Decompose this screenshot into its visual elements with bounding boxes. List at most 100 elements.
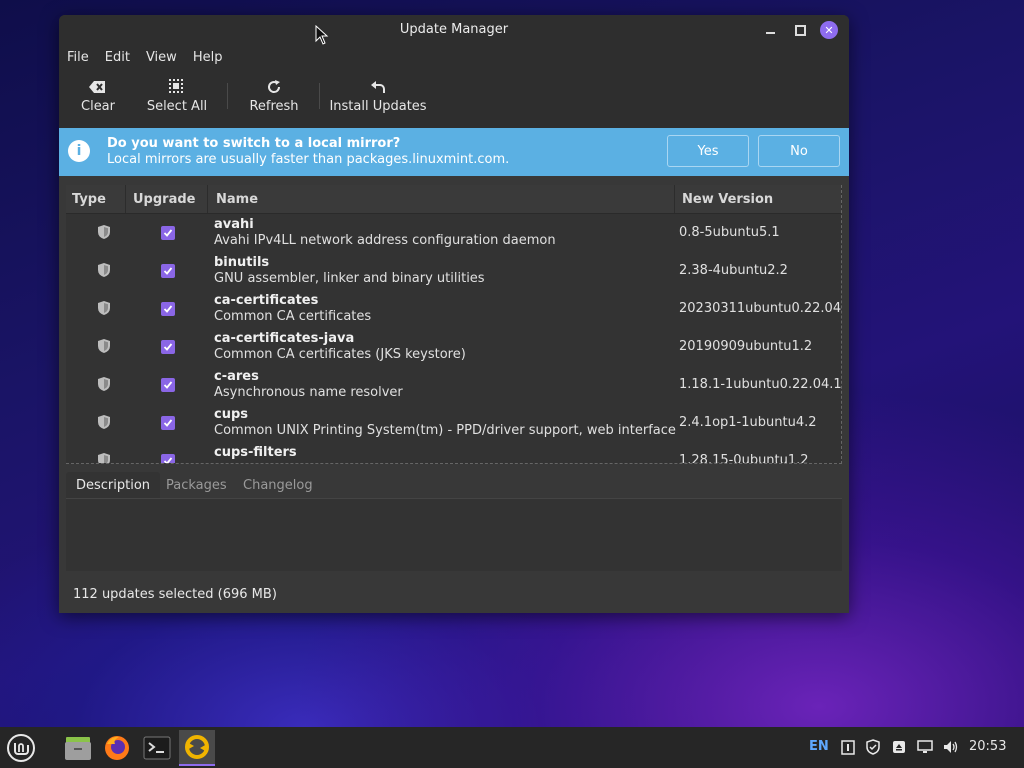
maximize-button[interactable] [791,21,809,39]
select-all-button[interactable]: Select All [129,69,225,114]
shield-icon [98,225,110,239]
terminal-icon[interactable] [139,730,175,766]
package-description: Common CA certificates [214,309,372,324]
column-type[interactable]: Type [72,192,106,207]
window-title: Update Manager [399,22,509,37]
minimize-icon [765,32,775,34]
column-new-version[interactable]: New Version [682,192,773,207]
yes-button[interactable]: Yes [667,135,749,167]
toolbar-separator [319,83,320,109]
update-manager-taskbar-icon[interactable] [179,730,215,766]
shield-update-icon[interactable] [865,739,881,755]
updates-list[interactable]: Type Upgrade Name New Version avahi Avahi… [66,185,842,464]
table-row[interactable]: ca-certificates-java Common CA certificat… [66,328,841,366]
table-row[interactable]: avahi Avahi IPv4LL network address config… [66,214,841,252]
menu-view[interactable]: View [146,50,177,65]
upgrade-checkbox[interactable] [161,302,175,316]
package-name: ca-certificates-java [214,331,355,346]
package-description: Avahi IPv4LL network address configurati… [214,233,556,248]
package-name: binutils [214,255,270,270]
firefox-icon[interactable] [99,730,135,766]
check-icon [163,381,173,389]
notes-icon[interactable] [840,739,856,755]
titlebar[interactable]: Update Manager ✕ [59,15,849,45]
upgrade-checkbox[interactable] [161,226,175,240]
package-new-version: 20230311ubuntu0.22.04.1 [679,301,842,316]
check-icon [163,419,173,427]
undo-arrow-icon [370,77,386,97]
package-name: avahi [214,217,254,232]
shield-icon [98,301,110,315]
package-new-version: 20190909ubuntu1.2 [679,339,813,354]
tab-changelog[interactable]: Changelog [233,472,323,498]
table-row[interactable]: binutils GNU assembler, linker and binary… [66,252,841,290]
install-updates-button[interactable]: Install Updates [323,69,433,114]
package-new-version: 1.18.1-1ubuntu0.22.04.1 [679,377,842,392]
package-new-version: 0.8-5ubuntu5.1 [679,225,780,240]
shield-icon [98,453,110,463]
description-pane [66,498,842,571]
toolbar-separator [227,83,228,109]
table-row[interactable]: ca-certificates Common CA certificates 202… [66,290,841,328]
check-icon [163,267,173,275]
clock[interactable]: 20:53 [969,739,1006,754]
column-separator [674,185,675,213]
package-description: GNU assembler, linker and binary utiliti… [214,271,485,286]
shield-icon [98,263,110,277]
package-name: cups-filters [214,445,297,460]
package-new-version: 2.4.1op1-1ubuntu4.2 [679,415,817,430]
status-text: 112 updates selected (696 MB) [73,587,277,602]
maximize-icon [794,24,806,36]
refresh-button[interactable]: Refresh [231,69,317,114]
mouse-cursor-icon [315,24,329,49]
upgrade-checkbox[interactable] [161,340,175,354]
tab-packages[interactable]: Packages [156,472,237,498]
files-icon[interactable] [60,730,96,766]
check-icon [163,343,173,351]
clear-label: Clear [81,99,115,114]
package-new-version: 1.28.15-0ubuntu1.2 [679,453,809,464]
upgrade-checkbox[interactable] [161,454,175,463]
package-name: c-ares [214,369,259,384]
mirror-infobar: i Do you want to switch to a local mirro… [59,128,849,176]
table-row[interactable]: cups Common UNIX Printing System(tm) - PP… [66,404,841,442]
tab-description[interactable]: Description [66,472,161,498]
upgrade-checkbox[interactable] [161,378,175,392]
list-rows: avahi Avahi IPv4LL network address config… [66,214,841,464]
shield-icon [98,415,110,429]
column-separator [125,185,126,213]
update-manager-window: Update Manager ✕ File Edit View Help Cle… [59,15,849,613]
menu-help[interactable]: Help [193,50,223,65]
menu-file[interactable]: File [67,50,89,65]
network-icon[interactable] [917,739,933,755]
install-updates-label: Install Updates [329,99,427,114]
upgrade-checkbox[interactable] [161,264,175,278]
package-name: ca-certificates [214,293,319,308]
volume-icon[interactable] [943,739,959,755]
clear-button[interactable]: Clear [67,69,129,114]
package-name: cups [214,407,249,422]
info-icon: i [68,140,90,162]
package-description: Common CA certificates (JKS keystore) [214,347,466,362]
table-row[interactable]: cups-filters 1.28.15-0ubuntu1.2 [66,442,841,464]
column-upgrade[interactable]: Upgrade [133,192,195,207]
shield-icon [98,339,110,353]
minimize-button[interactable] [761,21,779,39]
keyboard-layout[interactable]: EN [809,739,829,754]
check-icon [163,305,173,313]
upgrade-checkbox[interactable] [161,416,175,430]
package-new-version: 2.38-4ubuntu2.2 [679,263,788,278]
column-name[interactable]: Name [216,192,258,207]
menu-edit[interactable]: Edit [105,50,130,65]
taskbar: EN 20:53 [0,727,1024,768]
eject-icon[interactable] [891,739,907,755]
no-button[interactable]: No [758,135,840,167]
refresh-label: Refresh [249,99,299,114]
details-tabs: Description Packages Changelog [66,472,842,498]
package-description: Common UNIX Printing System(tm) - PPD/dr… [214,423,676,438]
table-row[interactable]: c-ares Asynchronous name resolver 1.18.1-1… [66,366,841,404]
select-all-icon [169,77,185,97]
mint-menu-icon[interactable] [3,730,39,766]
clear-icon [89,77,107,97]
close-button[interactable]: ✕ [820,21,838,39]
